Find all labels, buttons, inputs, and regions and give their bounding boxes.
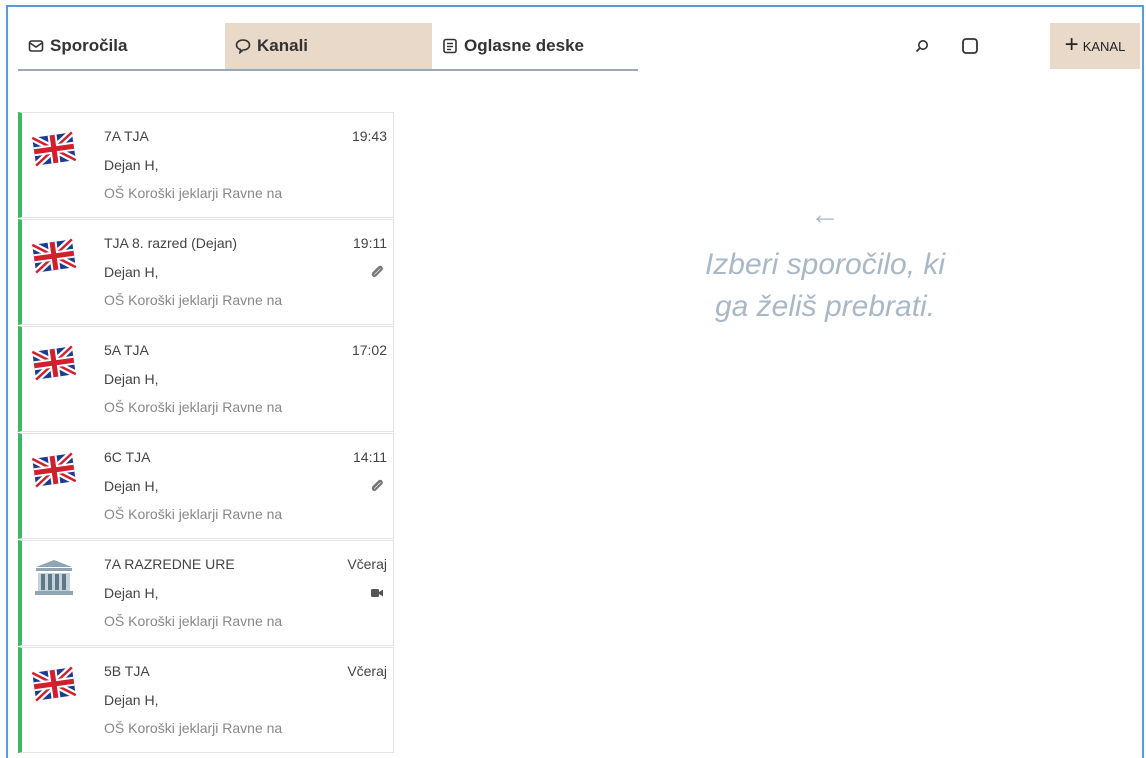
- list-item[interactable]: 6C TJA Dejan H, OŠ Koroški jeklarji Ravn…: [18, 433, 394, 539]
- channel-time: Včeraj: [347, 556, 387, 572]
- uk-flag-icon: [30, 343, 78, 383]
- board-icon: [443, 38, 457, 54]
- video-camera-icon: [371, 589, 383, 597]
- select-toggle-button[interactable]: [959, 35, 981, 57]
- tab-label: Sporočila: [50, 36, 128, 55]
- tab-oglasne-deske[interactable]: Oglasne deske: [432, 23, 638, 69]
- search-button[interactable]: [911, 35, 933, 57]
- list-item[interactable]: 5B TJA Dejan H, OŠ Koroški jeklarji Ravn…: [18, 647, 394, 753]
- channel-time: 19:43: [351, 128, 387, 144]
- mail-icon: [28, 40, 44, 52]
- uk-flag-icon: [30, 450, 78, 490]
- empty-state-line-2: ga želiš prebrati.: [714, 290, 936, 323]
- channel-time: 14:11: [353, 449, 387, 465]
- search-icon: [915, 40, 928, 53]
- channel-school: OŠ Koroški jeklarji Ravne na: [104, 399, 283, 415]
- tab-label: Oglasne deske: [464, 36, 585, 55]
- empty-state-line-1: Izberi sporočilo, ki: [704, 248, 946, 281]
- tab-sporocila[interactable]: Sporočila: [18, 23, 225, 69]
- channel-title: 7A TJA: [104, 128, 149, 144]
- channel-title: TJA 8. razred (Dejan): [104, 235, 238, 251]
- tab-label: Kanali: [257, 36, 309, 55]
- channel-sender: Dejan H,: [104, 478, 159, 494]
- list-item[interactable]: TJA 8. razred (Dejan) Dejan H, OŠ Korošk…: [18, 219, 394, 325]
- uk-flag-icon: [30, 664, 78, 704]
- empty-state: ← Izberi sporočilo, ki ga želiš prebrati…: [620, 200, 1030, 328]
- arrow-left-icon: ←: [810, 198, 840, 231]
- list-item[interactable]: 5A TJA Dejan H, OŠ Koroški jeklarji Ravn…: [18, 326, 394, 432]
- tab-kanali[interactable]: Kanali: [225, 23, 432, 69]
- channel-list: 7A TJA Dejan H, OŠ Koroški jeklarji Ravn…: [18, 112, 394, 753]
- list-item[interactable]: 7A TJA Dejan H, OŠ Koroški jeklarji Ravn…: [18, 112, 394, 218]
- channel-time: 19:11: [353, 235, 387, 251]
- channel-school: OŠ Koroški jeklarji Ravne na: [104, 185, 283, 201]
- main-tabs: Sporočila Kanali Oglasne deske: [18, 23, 638, 71]
- channel-title: 7A RAZREDNE URE: [104, 556, 235, 572]
- channel-time: 17:02: [351, 342, 387, 358]
- channel-school: OŠ Koroški jeklarji Ravne na: [104, 292, 283, 308]
- uk-flag-icon: [30, 129, 78, 169]
- empty-state-message: Izberi sporočilo, ki ga želiš prebrati.: [620, 244, 1030, 328]
- channel-title: 6C TJA: [104, 449, 151, 465]
- channel-sender: Dejan H,: [104, 692, 159, 708]
- school-building-icon: [35, 560, 73, 595]
- square-icon: [962, 38, 978, 54]
- channel-sender: Dejan H,: [104, 157, 159, 173]
- plus-icon: +: [1064, 31, 1079, 58]
- chat-bubble-icon: [235, 39, 251, 54]
- list-item[interactable]: 7A RAZREDNE URE Dejan H, OŠ Koroški jekl…: [18, 540, 394, 646]
- channel-school: OŠ Koroški jeklarji Ravne na: [104, 720, 283, 736]
- channel-title: 5B TJA: [104, 663, 150, 679]
- channel-time: Včeraj: [347, 663, 387, 679]
- paperclip-icon: [371, 479, 383, 492]
- channel-sender: Dejan H,: [104, 585, 159, 601]
- channel-sender: Dejan H,: [104, 371, 159, 387]
- add-channel-button[interactable]: + KANAL: [1050, 23, 1140, 69]
- paperclip-icon: [371, 265, 383, 278]
- uk-flag-icon: [30, 236, 78, 276]
- channel-title: 5A TJA: [104, 342, 149, 358]
- channel-sender: Dejan H,: [104, 264, 159, 280]
- channel-school: OŠ Koroški jeklarji Ravne na: [104, 506, 283, 522]
- channel-school: OŠ Koroški jeklarji Ravne na: [104, 613, 283, 629]
- add-channel-label: KANAL: [1082, 38, 1126, 54]
